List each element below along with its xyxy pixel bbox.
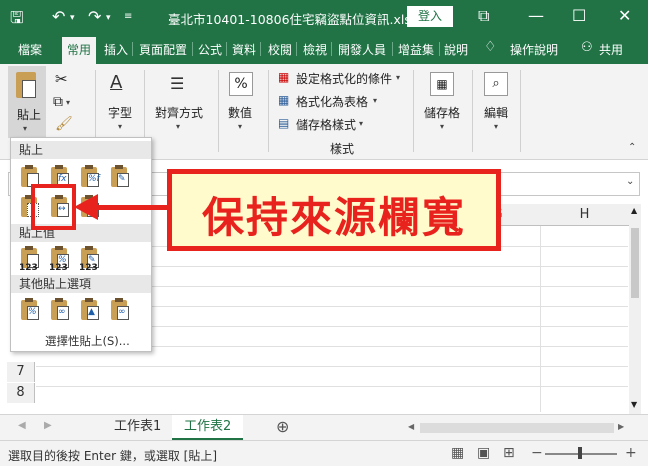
callout-text: 保持來源欄寬 <box>201 193 466 242</box>
share-button[interactable]: 共用 <box>599 41 623 58</box>
paste-picture-icon[interactable]: ▲ <box>79 298 101 324</box>
paste-linked-picture-icon[interactable]: ∞ <box>109 298 131 324</box>
tab-data[interactable]: 資料 <box>232 41 256 58</box>
row-header-7[interactable]: 7 <box>7 362 35 382</box>
formula-expand-icon[interactable]: ⌄ <box>626 176 634 187</box>
find-icon: ⌕ <box>484 72 508 96</box>
other-paste-options-header: 其他貼上選項 <box>11 275 151 293</box>
cond-format-icon: ▦ <box>278 70 290 84</box>
paste-values-icon[interactable]: 123 <box>19 246 41 273</box>
normal-view-icon[interactable]: ▦ <box>451 445 464 461</box>
cells-icon: ▦ <box>430 72 454 96</box>
tab-insert[interactable]: 插入 <box>104 41 128 58</box>
cell-styles-button[interactable]: 儲存格樣式 <box>296 116 356 133</box>
tab-formulas[interactable]: 公式 <box>198 41 222 58</box>
title-bar: 🖫 ↶ ▾ ↷ ▾ ≡ 臺北市10401-10806住宅竊盜點位資訊.xlsx.… <box>0 0 648 34</box>
edit-button[interactable]: 編輯 <box>484 104 508 121</box>
undo-dropdown-icon[interactable]: ▾ <box>70 13 75 23</box>
scroll-down-icon[interactable]: ▼ <box>631 400 637 409</box>
align-icon: ☰ <box>170 74 185 93</box>
paste-label: 貼上 <box>17 108 42 122</box>
add-sheet-icon[interactable]: ⊕ <box>276 417 289 436</box>
number-button[interactable]: 數值 <box>228 104 252 121</box>
font-button[interactable]: 字型 <box>108 104 132 121</box>
paste-keep-source-format-icon[interactable]: ✎ <box>109 165 131 191</box>
ribbon-tabs: 檔案 常用 插入 頁面配置 公式 資料 校閱 檢視 開發人員 增益集 說明 ♢ … <box>0 34 648 64</box>
zoom-out-icon[interactable]: − <box>531 445 543 461</box>
hscroll-right-icon[interactable]: ▶ <box>618 422 624 431</box>
sheet-prev-icon[interactable]: ◀ <box>18 420 26 431</box>
status-bar: 選取目的後按 Enter 鍵，或選取 [貼上] ▦ ▣ ⊞ − + <box>0 440 648 466</box>
zoom-slider-handle[interactable] <box>578 447 582 459</box>
callout-box: 保持來源欄寬 <box>167 169 501 251</box>
font-icon: A <box>110 72 123 93</box>
tab-file[interactable]: 檔案 <box>18 41 42 58</box>
align-button[interactable]: 對齊方式 <box>155 104 203 121</box>
copy-icon[interactable]: ⧉ <box>53 94 63 110</box>
highlight-box <box>31 184 76 230</box>
column-header-h[interactable]: H <box>540 204 629 226</box>
sheet-tab-1[interactable]: 工作表1 <box>102 415 173 441</box>
collapse-ribbon-icon[interactable]: ⌃ <box>628 142 636 153</box>
percent-icon: % <box>229 72 253 96</box>
paste-values-number-format-icon[interactable]: % 123 <box>49 246 71 273</box>
vertical-scrollbar[interactable]: ▲ ▼ <box>629 204 641 414</box>
cond-format-button[interactable]: 設定格式化的條件 <box>296 70 392 87</box>
horizontal-scrollbar[interactable] <box>420 423 614 433</box>
tell-me-input[interactable]: 操作說明 <box>510 41 558 58</box>
cells-button[interactable]: 儲存格 <box>424 104 460 121</box>
arrow-shaft <box>94 205 168 210</box>
page-layout-view-icon[interactable]: ▣ <box>477 445 490 461</box>
page-break-view-icon[interactable]: ⊞ <box>503 445 515 461</box>
undo-icon[interactable]: ↶ <box>52 7 65 26</box>
paste-values-source-format-icon[interactable]: ✎ 123 <box>79 246 101 273</box>
redo-icon[interactable]: ↷ <box>88 7 101 26</box>
customize-qat-icon[interactable]: ≡ <box>124 11 132 22</box>
format-painter-icon[interactable]: 🖌 <box>55 116 73 132</box>
zoom-in-icon[interactable]: + <box>625 445 637 461</box>
tab-home[interactable]: 常用 <box>62 37 97 64</box>
window-title: 臺北市10401-10806住宅竊盜點位資訊.xlsx... <box>168 12 431 27</box>
paste-formulas-number-format-icon[interactable]: %f <box>79 165 101 191</box>
format-table-button[interactable]: 格式化為表格 <box>296 93 368 110</box>
sheet-tab-2[interactable]: 工作表2 <box>172 415 244 441</box>
ribbon-display-icon[interactable]: ⧉ <box>478 6 489 26</box>
login-button[interactable]: 登入 <box>407 6 453 27</box>
close-icon[interactable]: ✕ <box>618 6 631 25</box>
paste-special-item[interactable]: 選擇性貼上(S)... <box>45 333 130 349</box>
tab-developer[interactable]: 開發人員 <box>338 41 386 58</box>
hscroll-left-icon[interactable]: ◀ <box>408 422 414 431</box>
tab-review[interactable]: 校閱 <box>268 41 292 58</box>
lightbulb-icon[interactable]: ♢ <box>484 39 497 55</box>
tab-view[interactable]: 檢視 <box>303 41 327 58</box>
sheet-next-icon[interactable]: ▶ <box>44 420 52 431</box>
minimize-icon[interactable]: — <box>528 6 544 25</box>
paste-section-header: 貼上 <box>11 141 151 159</box>
status-message: 選取目的後按 Enter 鍵，或選取 [貼上] <box>8 449 218 463</box>
row-header-8[interactable]: 8 <box>7 383 35 403</box>
scroll-thumb[interactable] <box>631 228 639 298</box>
share-icon[interactable]: ⚇ <box>581 40 593 55</box>
styles-group-label: 樣式 <box>330 142 355 156</box>
maximize-icon[interactable]: ☐ <box>572 6 586 25</box>
paste-button[interactable]: 貼上 ▾ <box>8 66 46 138</box>
paste-link-icon[interactable]: ∞ <box>49 298 71 324</box>
tab-page-layout[interactable]: 頁面配置 <box>139 41 187 58</box>
cell-styles-icon: ▤ <box>278 116 290 130</box>
paste-options-menu: 貼上 fx %f ✎ ↔ ⇅ 貼上值 123 % 123 ✎ 123 其他貼上選項 … <box>10 137 152 352</box>
redo-dropdown-icon[interactable]: ▾ <box>106 13 111 23</box>
cut-icon[interactable]: ✂ <box>55 70 68 88</box>
tab-add-ins[interactable]: 增益集 <box>398 41 434 58</box>
paste-formatting-icon[interactable]: % <box>19 298 41 324</box>
scroll-up-icon[interactable]: ▲ <box>631 206 637 215</box>
save-icon[interactable]: 🖫 <box>10 7 24 34</box>
sheet-tab-bar: ◀ ▶ 工作表1 工作表2 ⊕ ◀ ▶ <box>0 414 648 441</box>
tab-help[interactable]: 說明 <box>444 41 468 58</box>
format-table-icon: ▦ <box>278 93 290 107</box>
